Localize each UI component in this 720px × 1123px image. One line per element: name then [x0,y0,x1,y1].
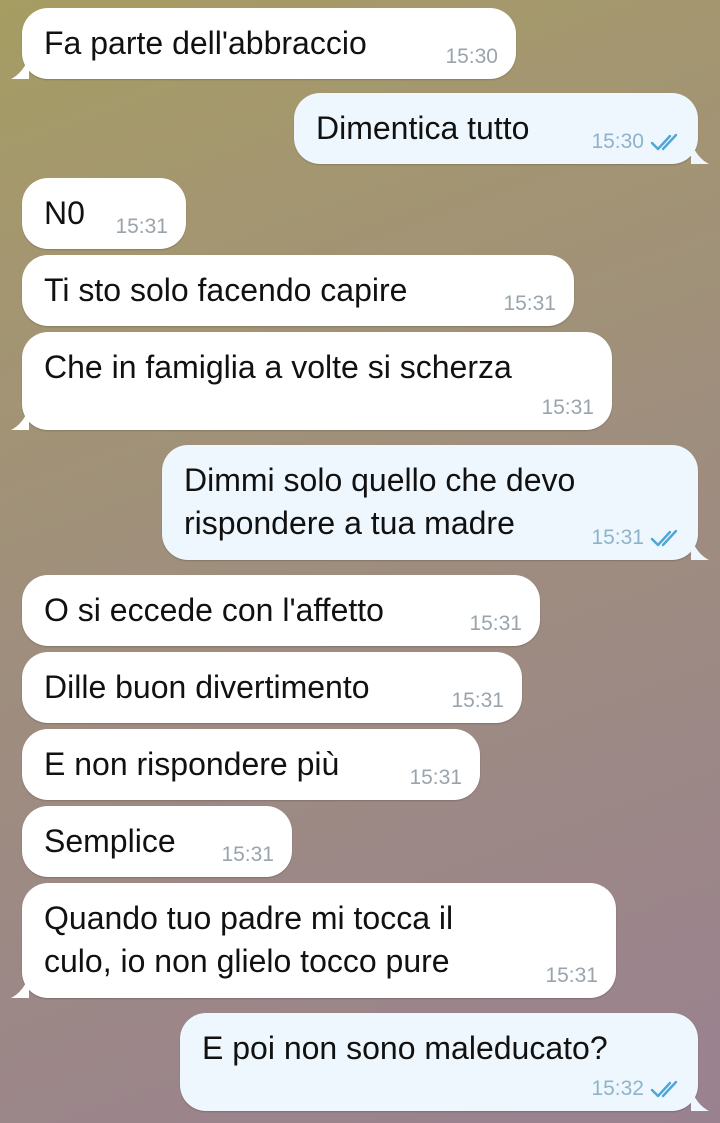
message-text: Quando tuo padre mi tocca il culo, io no… [44,900,454,979]
message-bubble-incoming[interactable]: Quando tuo padre mi tocca il culo, io no… [11,883,616,998]
message-time: 15:31 [591,526,644,549]
message-time: 15:31 [545,964,598,987]
bubble-tail-icon [691,538,709,560]
double-check-icon [650,1079,684,1099]
message-bubble-outgoing[interactable]: E poi non sono maleducato? 15:32 [180,1013,709,1111]
message-text: E poi non sono maleducato? [202,1030,608,1066]
message-time: 15:31 [451,689,504,712]
message-time: 15:31 [409,766,462,789]
message-time: 15:31 [221,843,274,866]
bubble-tail-icon [691,142,709,164]
message-text: Dille buon divertimento [44,669,370,705]
message-time: 15:30 [445,45,498,68]
message-time: 15:31 [469,612,522,635]
message-time: 15:30 [591,130,644,153]
message-bubble-outgoing[interactable]: Dimmi solo quello che devo rispondere a … [162,445,709,560]
message-text: Che in famiglia a volte si scherza [44,349,512,385]
message-text: Ti sto solo facendo capire [44,272,408,308]
message-time: 15:31 [541,396,594,419]
message-bubble-incoming[interactable]: Che in famiglia a volte si scherza 15:31 [11,332,612,430]
double-check-icon [650,132,684,152]
message-bubble-incoming[interactable]: N0 15:31 [22,178,186,249]
message-bubble-incoming[interactable]: Semplice 15:31 [22,806,292,877]
message-time: 15:31 [115,215,168,238]
message-time: 15:32 [591,1077,644,1100]
bubble-tail-icon [11,976,29,998]
double-check-icon [650,528,684,548]
chat-message-list[interactable]: Fa parte dell'abbraccio 15:30 Dimentica … [0,0,720,1123]
bubble-tail-icon [691,1089,709,1111]
bubble-tail-icon [11,408,29,430]
message-text: O si eccede con l'affetto [44,592,384,628]
message-bubble-incoming[interactable]: Ti sto solo facendo capire 15:31 [22,255,574,326]
message-time: 15:31 [503,292,556,315]
message-bubble-incoming[interactable]: O si eccede con l'affetto 15:31 [22,575,540,646]
message-bubble-incoming[interactable]: E non rispondere più 15:31 [22,729,480,800]
bubble-tail-icon [11,57,29,79]
message-text: E non rispondere più [44,746,340,782]
message-bubble-incoming[interactable]: Fa parte dell'abbraccio 15:30 [11,8,516,79]
message-bubble-outgoing[interactable]: Dimentica tutto 15:30 [294,93,709,164]
message-text: Fa parte dell'abbraccio [44,25,367,61]
message-bubble-incoming[interactable]: Dille buon divertimento 15:31 [22,652,522,723]
